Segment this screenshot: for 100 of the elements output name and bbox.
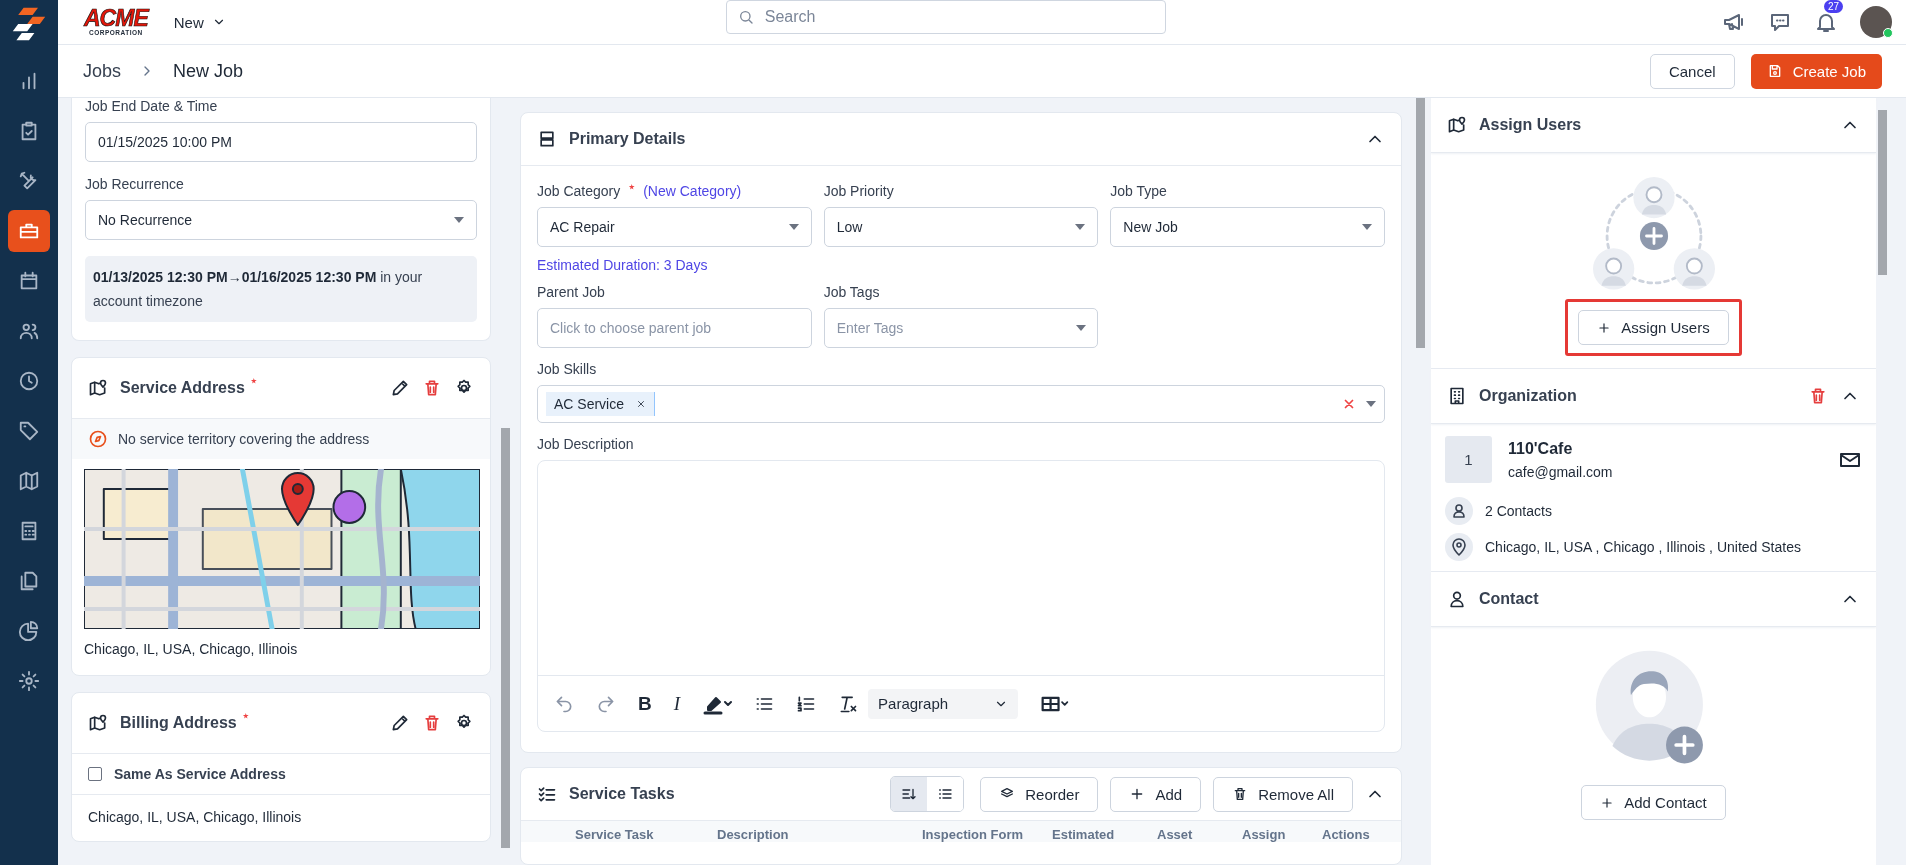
description-editor[interactable]: B I Paragraph (537, 460, 1385, 732)
notification-count: 27 (1824, 0, 1844, 13)
column-header: Inspection Form (922, 827, 1025, 842)
user-avatar[interactable] (1860, 6, 1892, 38)
caret-icon (1076, 325, 1087, 331)
schedule-summary: 01/13/2025 12:30 PM→01/16/2025 12:30 PM in your account timezone (85, 256, 477, 322)
parent-job-field[interactable]: Click to choose parent job (537, 308, 812, 348)
field-label: Job Category (537, 183, 621, 199)
card-title: Primary Details (569, 130, 686, 148)
address-text: Chicago, IL, USA, Chicago, Illinois (83, 641, 299, 657)
paragraph-select[interactable]: Paragraph (868, 688, 1019, 719)
field-label: Job Recurrence (85, 176, 185, 192)
search-icon (737, 9, 754, 25)
column-header: Asset (1157, 827, 1194, 842)
card-title: Billing Address (120, 714, 237, 732)
type-select[interactable]: New Job (1110, 207, 1385, 247)
logo-title: ACME (84, 7, 148, 31)
add-contact-button[interactable]: Add Contact (1581, 785, 1726, 820)
organization-email: cafe@gmail.com (1508, 463, 1613, 480)
breadcrumb-link[interactable]: Jobs (83, 60, 122, 82)
stack-icon (537, 129, 557, 149)
caret-icon (788, 224, 799, 230)
section-title: Assign Users (1479, 116, 1582, 134)
field-label: Job Tags (823, 284, 880, 300)
files-icon (18, 570, 40, 592)
organization-avatar: 1 (1445, 436, 1492, 483)
map-pin-icon (88, 378, 108, 398)
field-label: Job End Date & Time (85, 98, 219, 114)
edit-icon[interactable] (390, 713, 410, 733)
building-icon (1447, 386, 1467, 406)
plus-icon (1600, 795, 1615, 810)
caret-icon (454, 217, 464, 223)
edit-icon[interactable] (390, 378, 410, 398)
column-header: Service Task (575, 827, 655, 842)
new-category-link[interactable]: (New Category) (643, 183, 742, 199)
section-title: Contact (1479, 590, 1539, 608)
sort-icon (901, 786, 918, 802)
settings-icon (18, 670, 40, 692)
delete-icon[interactable] (422, 378, 442, 398)
card-title: Service Tasks (569, 785, 675, 803)
add-button[interactable]: Add (1110, 776, 1202, 812)
field-label: Job Skills (537, 361, 597, 377)
date-time-field[interactable]: 01/15/2025 10:00 PM (85, 122, 477, 162)
field-label: Job Priority (823, 183, 894, 199)
scrollbar-thumb[interactable] (1416, 98, 1425, 348)
delete-icon[interactable] (1808, 386, 1828, 406)
map-pin-icon (1447, 115, 1467, 135)
search-field[interactable]: Search (725, 0, 1166, 34)
assign-users-button[interactable]: Assign Users (1578, 310, 1729, 345)
view-toggle[interactable] (891, 777, 928, 811)
field-label: Parent Job (537, 284, 605, 300)
notice-text: No service territory covering the address (118, 431, 370, 447)
tag-icon (18, 420, 40, 442)
clock-icon (18, 370, 40, 392)
checkbox-label: Same As Service Address (114, 766, 286, 782)
contacts-count: 2 Contacts (1485, 503, 1552, 519)
remove-icon[interactable] (636, 399, 647, 409)
person-icon (1447, 589, 1467, 609)
page-title: New Job (173, 60, 244, 82)
column-header: Actions (1322, 827, 1370, 842)
compass-icon (88, 429, 108, 449)
plus-icon (1597, 320, 1612, 335)
checkbox[interactable] (88, 767, 102, 781)
organization-name: 110'Cafe (1508, 439, 1574, 458)
scrollbar-thumb[interactable] (501, 428, 510, 848)
list-icon (937, 786, 954, 802)
checklist-icon (537, 784, 557, 804)
field-label: Job Description (537, 436, 634, 452)
create-job-button[interactable]: Create Job (1750, 53, 1882, 89)
address-text: Chicago, IL, USA, Chicago, Illinois (87, 808, 303, 827)
cancel-button[interactable]: Cancel (1649, 53, 1735, 89)
priority-select[interactable]: Low (823, 207, 1099, 247)
person-icon (1445, 497, 1473, 525)
delete-icon[interactable] (422, 713, 442, 733)
new-menu[interactable]: New (173, 13, 226, 31)
skills-field[interactable]: AC Service (537, 385, 1385, 423)
clear-icon[interactable] (1342, 397, 1356, 411)
calendar-icon (18, 270, 40, 292)
caret-icon (1366, 401, 1376, 407)
reorder-button[interactable]: Reorder (980, 776, 1099, 812)
nav-item[interactable] (8, 210, 50, 252)
redo-icon[interactable] (596, 693, 616, 714)
section-title: Organization (1479, 387, 1577, 405)
bold-button[interactable]: B (638, 692, 652, 715)
card-title: Service Address (120, 379, 245, 397)
map-pin-icon (88, 713, 108, 733)
remove-all-button[interactable]: Remove All (1213, 776, 1353, 812)
undo-icon[interactable] (554, 693, 574, 714)
field-label: Job Type (1110, 183, 1167, 199)
italic-button[interactable]: I (673, 692, 681, 715)
category-select[interactable]: AC Repair (537, 207, 812, 247)
location-icon (1445, 533, 1473, 561)
organization-address: Chicago, IL, USA , Chicago , Illinois , United States (1485, 539, 1801, 555)
scrollbar-thumb[interactable] (1878, 110, 1887, 275)
duration-hint: Estimated Duration: 3 Days (537, 257, 709, 273)
recurrence-select[interactable]: No Recurrence (85, 200, 477, 240)
logo-icon (11, 6, 47, 42)
column-header: Assign (1242, 827, 1287, 842)
tags-field[interactable]: Enter Tags (823, 308, 1099, 348)
tag-label: AC Service (554, 396, 625, 412)
